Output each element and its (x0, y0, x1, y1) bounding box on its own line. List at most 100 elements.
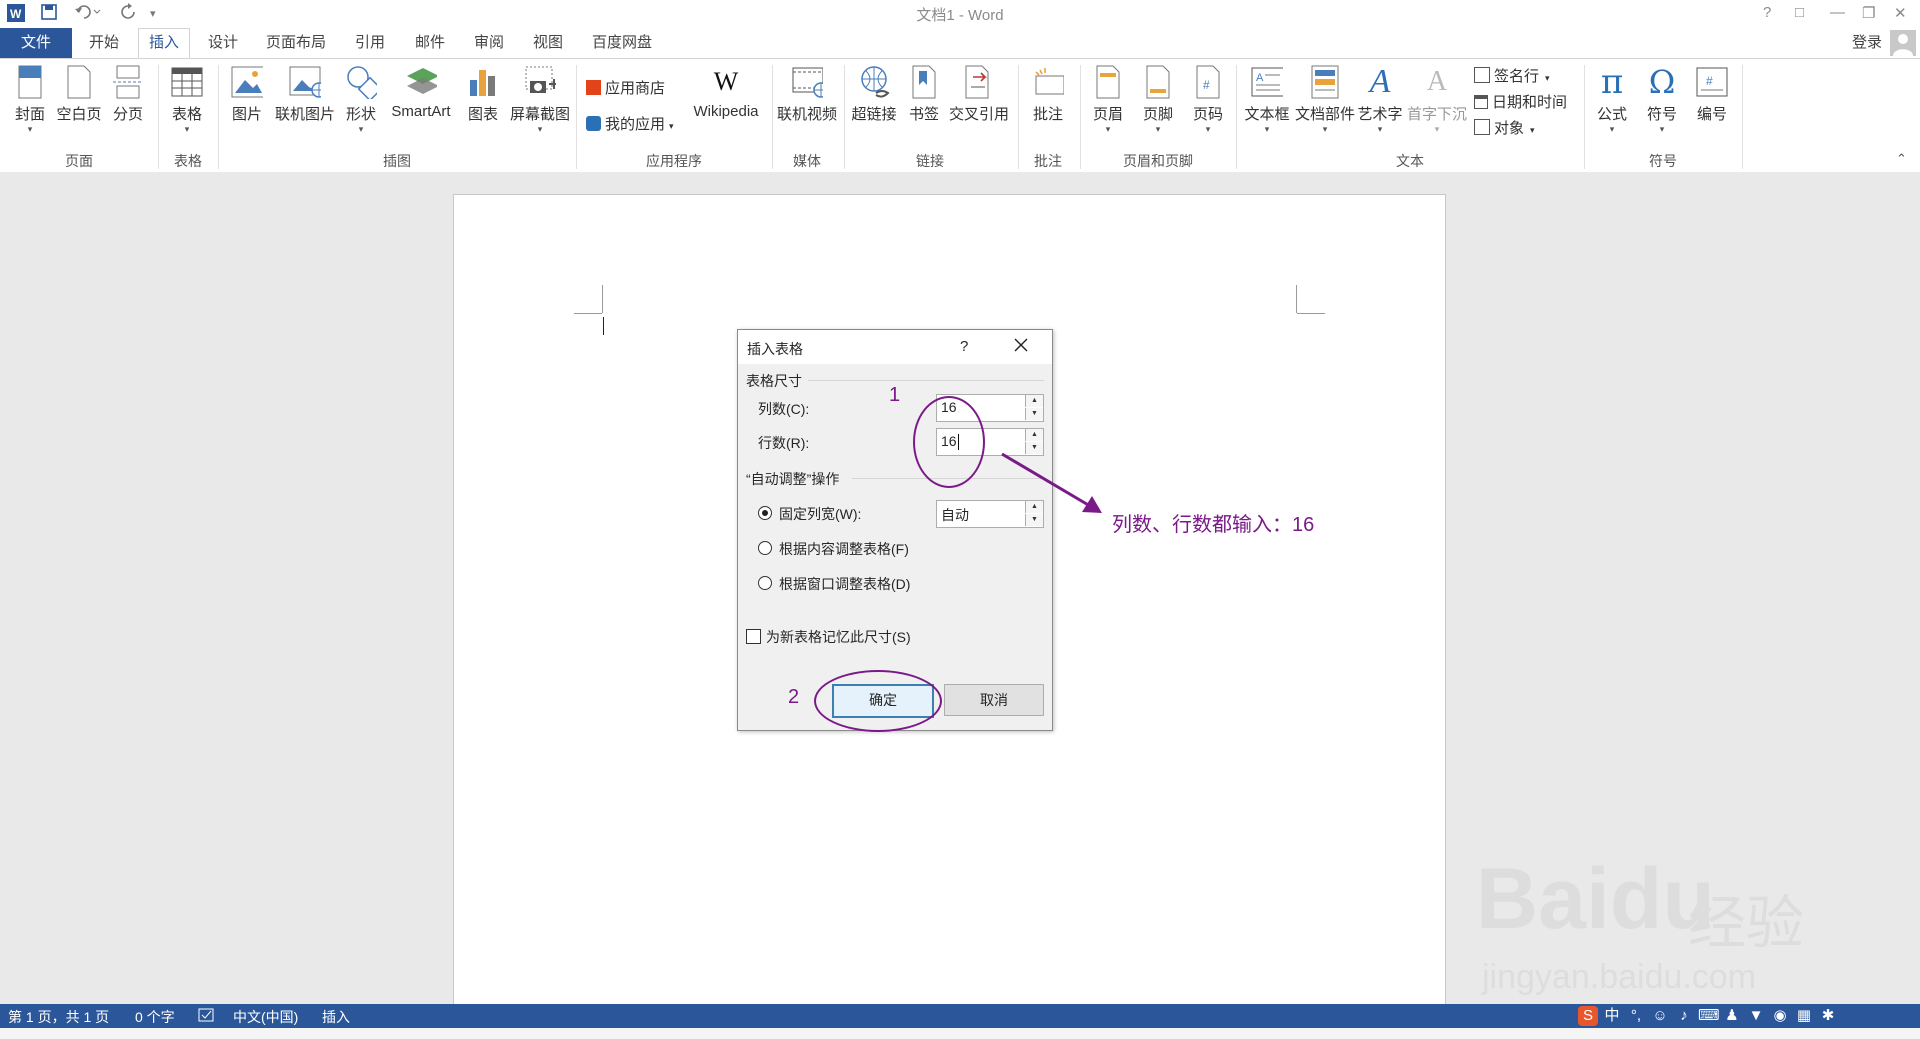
app-store-button[interactable]: 应用商店 (586, 77, 665, 98)
calendar-icon (1474, 95, 1488, 109)
group-label-illustrations: 插图 (383, 153, 411, 169)
object-button[interactable]: 对象 ▾ (1474, 117, 1535, 138)
crop-mark (1297, 313, 1325, 314)
step-1-circle (913, 396, 985, 488)
rows-up-arrow-icon[interactable]: ▲ (1025, 429, 1043, 441)
wordart-button[interactable]: A 艺术字 ▾ (1356, 63, 1404, 135)
blank-page-button[interactable]: 空白页 (54, 65, 104, 124)
fixed-width-radio[interactable] (758, 506, 772, 520)
user-icon[interactable]: ♟ (1722, 1006, 1742, 1026)
group-label-media: 媒体 (793, 153, 821, 169)
title-bar: W ▾ 文档1 - Word ? □ — ❐ ✕ (0, 0, 1920, 28)
collapse-ribbon-icon[interactable]: ⌃ (1896, 151, 1907, 167)
picture-icon (231, 65, 263, 99)
chart-button[interactable]: 图表 (462, 65, 504, 124)
comment-button[interactable]: 批注 (1026, 65, 1070, 124)
dialog-close-button[interactable] (1014, 336, 1028, 357)
omega-icon: Ω (1648, 63, 1676, 101)
restore-button[interactable]: ❐ (1862, 4, 1875, 22)
wikipedia-button[interactable]: W Wikipedia (688, 65, 764, 120)
numbering-button[interactable]: # 编号 (1692, 65, 1732, 124)
tab-file[interactable]: 文件 (0, 28, 72, 58)
online-video-button[interactable]: 联机视频 (776, 65, 838, 124)
page-count[interactable]: 第 1 页，共 1 页 (8, 1007, 109, 1027)
ime-settings-icon[interactable]: ✱ (1818, 1006, 1838, 1026)
tab-home[interactable]: 开始 (89, 28, 119, 58)
tab-review[interactable]: 审阅 (474, 28, 504, 58)
keyboard-icon[interactable]: ⌨ (1698, 1006, 1720, 1026)
smartart-button[interactable]: SmartArt (386, 65, 456, 120)
equation-button[interactable]: π 公式 ▾ (1592, 62, 1632, 135)
pictures-button[interactable]: 图片 (226, 65, 268, 124)
login-link[interactable]: 登录 (1852, 28, 1882, 58)
game-icon[interactable]: ◉ (1770, 1006, 1790, 1026)
remember-size-checkbox[interactable] (746, 629, 761, 644)
cover-page-button[interactable]: 封面 ▾ (10, 65, 50, 135)
columns-down-arrow-icon[interactable]: ▼ (1025, 408, 1043, 420)
symbol-button[interactable]: Ω 符号 ▾ (1642, 63, 1682, 135)
cross-reference-icon (963, 65, 995, 99)
autofit-contents-radio[interactable] (758, 541, 772, 555)
minimize-button[interactable]: — (1830, 4, 1845, 21)
punctuation-icon[interactable]: °, (1626, 1006, 1646, 1026)
language-indicator[interactable]: 中文(中国) (233, 1007, 298, 1027)
drop-cap-button[interactable]: A 首字下沉 ▾ (1406, 65, 1468, 135)
tab-references[interactable]: 引用 (355, 28, 385, 58)
close-window-button[interactable]: ✕ (1894, 4, 1907, 22)
table-button[interactable]: 表格 ▾ (166, 65, 208, 135)
shapes-button[interactable]: 形状 ▾ (340, 65, 382, 135)
columns-up-arrow-icon[interactable]: ▲ (1025, 395, 1043, 407)
bookmark-button[interactable]: 书签 (904, 65, 944, 124)
quick-parts-icon (1309, 65, 1341, 99)
crop-mark (574, 313, 602, 314)
ribbon-display-options-button[interactable]: □ (1795, 4, 1804, 21)
tab-insert[interactable]: 插入 (138, 28, 191, 60)
ime-mode[interactable]: 中 (1602, 1006, 1622, 1026)
insert-mode-indicator[interactable]: 插入 (322, 1007, 350, 1027)
page-break-button[interactable]: 分页 (108, 65, 148, 124)
my-apps-button[interactable]: 我的应用 ▾ (586, 113, 674, 134)
autofit-contents-label: 根据内容调整表格(F) (779, 541, 909, 557)
sogou-logo-icon[interactable]: S (1578, 1006, 1598, 1026)
screenshot-button[interactable]: 屏幕截图 ▾ (508, 65, 572, 135)
tab-design[interactable]: 设计 (208, 28, 238, 58)
group-label-header-footer: 页眉和页脚 (1123, 153, 1193, 169)
proofing-icon[interactable] (198, 1007, 216, 1026)
rows-label: 行数(R): (758, 435, 810, 451)
svg-text:A: A (1256, 72, 1264, 84)
group-separator (1080, 65, 1081, 169)
toolbox-icon[interactable]: ▦ (1794, 1006, 1814, 1026)
page-number-icon: # (1192, 65, 1224, 99)
header-button[interactable]: 页眉 ▾ (1088, 65, 1128, 135)
group-label-pages: 页面 (65, 153, 93, 169)
tab-mailings[interactable]: 邮件 (415, 28, 445, 58)
emoji-icon[interactable]: ☺ (1650, 1006, 1670, 1026)
cancel-button[interactable]: 取消 (944, 684, 1044, 716)
hyperlink-button[interactable]: 超链接 (850, 65, 898, 124)
footer-icon (1142, 65, 1174, 99)
online-pictures-button[interactable]: 联机图片 (274, 65, 336, 124)
microphone-icon[interactable]: ♪ (1674, 1006, 1694, 1026)
dialog-help-button[interactable]: ? (960, 338, 968, 355)
skin-icon[interactable]: ▼ (1746, 1006, 1766, 1026)
group-label-apps: 应用程序 (646, 153, 702, 169)
wikipedia-icon: W (713, 67, 739, 96)
avatar[interactable] (1890, 30, 1916, 56)
annotation-note: 列数、行数都输入：16 (1112, 514, 1315, 536)
word-count[interactable]: 0 个字 (135, 1007, 175, 1027)
autofit-window-radio[interactable] (758, 576, 772, 590)
tab-view[interactable]: 视图 (533, 28, 563, 58)
date-time-button[interactable]: 日期和时间 (1474, 91, 1567, 112)
signature-line-button[interactable]: 签名行 ▾ (1474, 65, 1550, 86)
text-box-button[interactable]: A 文本框 ▾ (1242, 65, 1292, 135)
help-button[interactable]: ? (1763, 4, 1771, 21)
quick-parts-button[interactable]: 文档部件 ▾ (1294, 65, 1356, 135)
cross-reference-button[interactable]: 交叉引用 (948, 65, 1010, 124)
footer-button[interactable]: 页脚 ▾ (1138, 65, 1178, 135)
group-label-tables: 表格 (174, 153, 202, 169)
tab-baidu-netdisk[interactable]: 百度网盘 (592, 28, 652, 58)
tab-page-layout[interactable]: 页面布局 (266, 28, 326, 58)
page-number-button[interactable]: # 页码 ▾ (1188, 65, 1228, 135)
screenshot-icon (524, 65, 556, 99)
smartart-icon (405, 65, 437, 99)
